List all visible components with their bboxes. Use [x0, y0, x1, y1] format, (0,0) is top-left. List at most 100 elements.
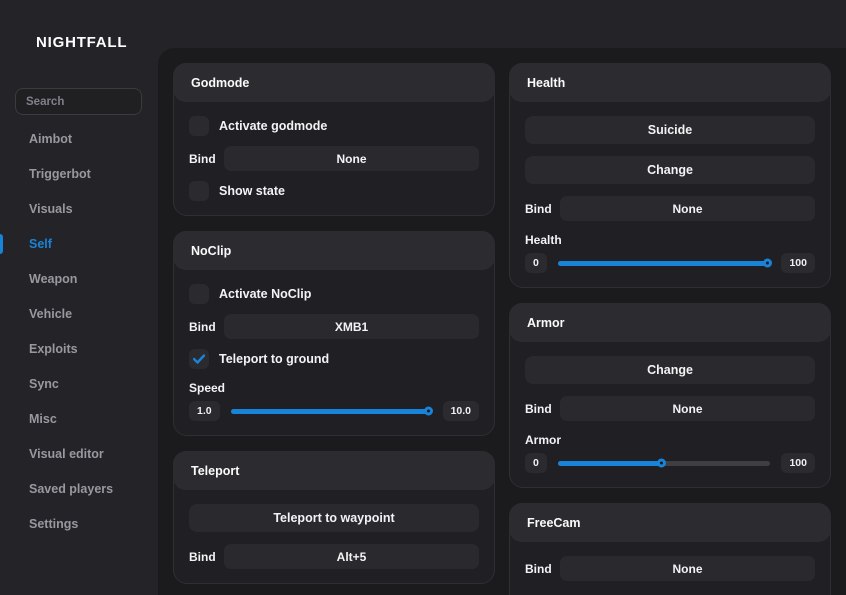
bind-label: Bind	[189, 152, 224, 166]
panel-title: Godmode	[191, 76, 249, 90]
sidebar-item-triggerbot[interactable]: Triggerbot	[0, 156, 158, 191]
sidebar-item-self[interactable]: Self	[0, 226, 158, 261]
godmode-activate-checkbox[interactable]	[189, 116, 209, 136]
sidebar-item-label: Weapon	[29, 272, 77, 286]
noclip-activate-row: Activate NoClip	[189, 284, 479, 304]
sidebar-item-label: Visual editor	[29, 447, 104, 461]
sidebar-item-label: Self	[29, 237, 52, 251]
freecam-bind-button[interactable]: None	[560, 556, 815, 581]
sidebar-item-settings[interactable]: Settings	[0, 506, 158, 541]
sidebar-item-label: Visuals	[29, 202, 73, 216]
godmode-show-state-checkbox[interactable]	[189, 181, 209, 201]
panel-teleport-body: Teleport to waypoint Bind Alt+5	[174, 489, 494, 583]
panel-noclip-body: Activate NoClip Bind XMB1 Teleport to gr…	[174, 269, 494, 435]
right-column: Health Suicide Change Bind None Health 0…	[509, 63, 831, 595]
panel-godmode: Godmode Activate godmode Bind None	[173, 63, 495, 216]
slider-track[interactable]	[558, 261, 771, 266]
panel-armor-body: Change Bind None Armor 0 100	[510, 341, 830, 487]
godmode-show-state-row: Show state	[189, 181, 479, 201]
panel-title: FreeCam	[527, 516, 581, 530]
sidebar-item-vehicle[interactable]: Vehicle	[0, 296, 158, 331]
panel-armor-header: Armor	[509, 303, 831, 342]
main-content: Godmode Activate godmode Bind None	[158, 48, 846, 595]
godmode-show-state-label: Show state	[219, 184, 285, 198]
panel-title: Armor	[527, 316, 565, 330]
noclip-teleport-ground-row: Teleport to ground	[189, 349, 479, 369]
slider-max-value: 10.0	[443, 401, 479, 421]
panel-godmode-header: Godmode	[173, 63, 495, 102]
armor-bind-row: Bind None	[525, 396, 815, 421]
search-input[interactable]	[15, 88, 142, 115]
sidebar-item-saved-players[interactable]: Saved players	[0, 471, 158, 506]
sidebar-item-label: Triggerbot	[29, 167, 91, 181]
panel-health-body: Suicide Change Bind None Health 0 100	[510, 101, 830, 287]
suicide-button[interactable]: Suicide	[525, 116, 815, 144]
health-change-button[interactable]: Change	[525, 156, 815, 184]
bind-label: Bind	[525, 402, 560, 416]
panel-armor: Armor Change Bind None Armor 0 100	[509, 303, 831, 488]
sidebar-item-exploits[interactable]: Exploits	[0, 331, 158, 366]
armor-slider: 0 100	[525, 453, 815, 473]
noclip-teleport-ground-checkbox[interactable]	[189, 349, 209, 369]
bind-label: Bind	[189, 320, 224, 334]
armor-change-button[interactable]: Change	[525, 356, 815, 384]
sidebar-item-aimbot[interactable]: Aimbot	[0, 121, 158, 156]
panel-noclip: NoClip Activate NoClip Bind XMB1	[173, 231, 495, 436]
panel-health-header: Health	[509, 63, 831, 102]
armor-bind-button[interactable]: None	[560, 396, 815, 421]
noclip-bind-row: Bind XMB1	[189, 314, 479, 339]
slider-min-value: 1.0	[189, 401, 220, 421]
slider-thumb[interactable]	[763, 259, 772, 268]
sidebar-item-visuals[interactable]: Visuals	[0, 191, 158, 226]
armor-slider-label: Armor	[525, 433, 815, 447]
left-column: Godmode Activate godmode Bind None	[173, 63, 495, 584]
noclip-teleport-ground-label: Teleport to ground	[219, 352, 329, 366]
health-bind-button[interactable]: None	[560, 196, 815, 221]
slider-track[interactable]	[231, 409, 432, 414]
panel-health: Health Suicide Change Bind None Health 0…	[509, 63, 831, 288]
noclip-speed-label: Speed	[189, 381, 479, 395]
sidebar: NIGHTFALL Aimbot Triggerbot Visuals Self…	[0, 0, 158, 595]
slider-min-value: 0	[525, 453, 547, 473]
sidebar-item-visual-editor[interactable]: Visual editor	[0, 436, 158, 471]
noclip-activate-checkbox[interactable]	[189, 284, 209, 304]
slider-min-value: 0	[525, 253, 547, 273]
godmode-bind-button[interactable]: None	[224, 146, 479, 171]
noclip-speed-slider: 1.0 10.0	[189, 401, 479, 421]
slider-max-value: 100	[781, 253, 815, 273]
teleport-bind-button[interactable]: Alt+5	[224, 544, 479, 569]
slider-thumb[interactable]	[657, 459, 666, 468]
teleport-to-waypoint-button[interactable]: Teleport to waypoint	[189, 504, 479, 532]
panel-title: NoClip	[191, 244, 231, 258]
check-icon	[193, 354, 205, 364]
panel-noclip-header: NoClip	[173, 231, 495, 270]
sidebar-item-weapon[interactable]: Weapon	[0, 261, 158, 296]
slider-max-value: 100	[781, 453, 815, 473]
slider-track[interactable]	[558, 461, 771, 466]
bind-label: Bind	[525, 562, 560, 576]
sidebar-item-sync[interactable]: Sync	[0, 366, 158, 401]
noclip-activate-label: Activate NoClip	[219, 287, 311, 301]
panel-freecam-header: FreeCam	[509, 503, 831, 542]
slider-thumb[interactable]	[424, 407, 433, 416]
sidebar-item-label: Aimbot	[29, 132, 72, 146]
noclip-bind-button[interactable]: XMB1	[224, 314, 479, 339]
godmode-bind-row: Bind None	[189, 146, 479, 171]
slider-fill	[231, 409, 432, 414]
panel-freecam-body: Bind None	[510, 541, 830, 595]
godmode-activate-label: Activate godmode	[219, 119, 327, 133]
panel-freecam: FreeCam Bind None	[509, 503, 831, 595]
slider-fill	[558, 261, 771, 266]
panel-teleport: Teleport Teleport to waypoint Bind Alt+5	[173, 451, 495, 584]
sidebar-item-label: Settings	[29, 517, 78, 531]
health-bind-row: Bind None	[525, 196, 815, 221]
teleport-bind-row: Bind Alt+5	[189, 544, 479, 569]
godmode-activate-row: Activate godmode	[189, 116, 479, 136]
bind-label: Bind	[189, 550, 224, 564]
sidebar-item-misc[interactable]: Misc	[0, 401, 158, 436]
sidebar-nav: Aimbot Triggerbot Visuals Self Weapon Ve…	[0, 121, 158, 541]
health-slider: 0 100	[525, 253, 815, 273]
sidebar-item-label: Saved players	[29, 482, 113, 496]
panel-title: Health	[527, 76, 565, 90]
panel-teleport-header: Teleport	[173, 451, 495, 490]
